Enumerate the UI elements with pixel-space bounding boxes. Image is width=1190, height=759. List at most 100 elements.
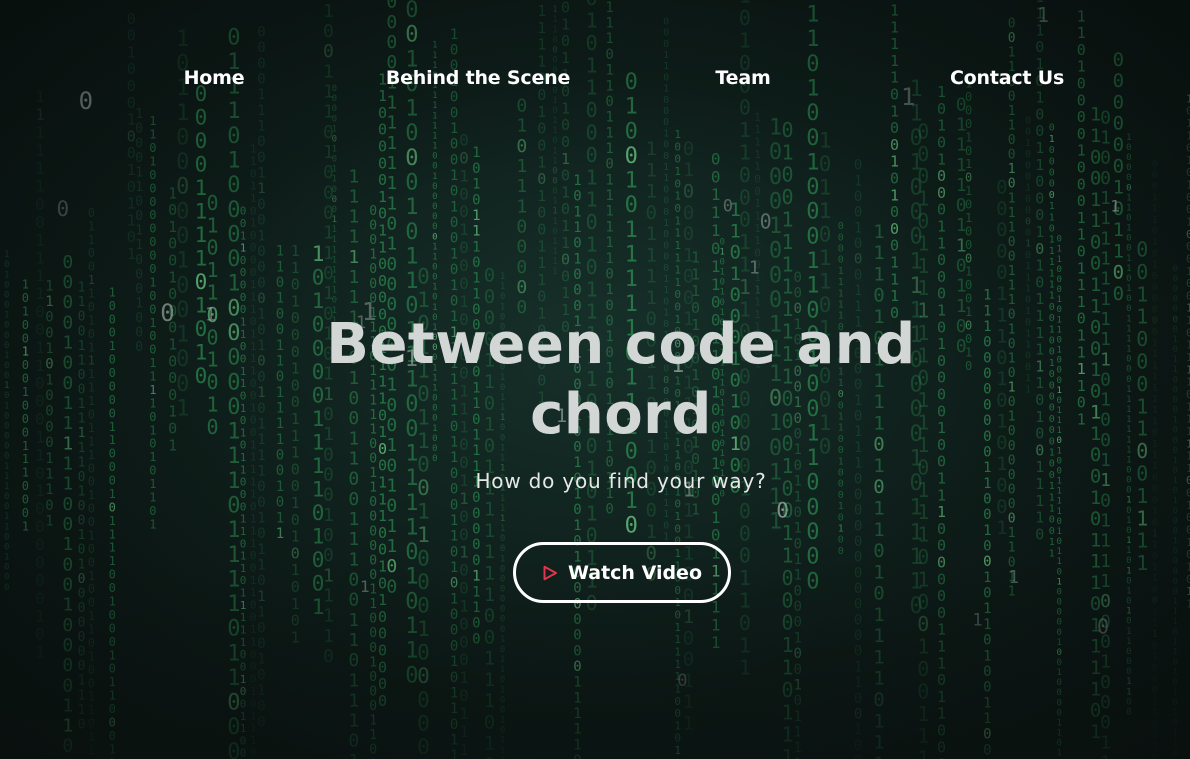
svg-text:1: 1 <box>472 224 480 240</box>
svg-text:0: 0 <box>663 520 669 531</box>
code-rain-highlight: 0 <box>1097 615 1109 639</box>
svg-text:0: 0 <box>1152 663 1158 674</box>
svg-text:0: 0 <box>1035 173 1044 191</box>
svg-text:0: 0 <box>250 241 257 254</box>
svg-text:1: 1 <box>257 464 265 480</box>
code-rain-highlight: 1 <box>749 258 760 279</box>
svg-text:0: 0 <box>1173 678 1178 688</box>
svg-text:1: 1 <box>207 258 219 282</box>
svg-text:0: 0 <box>1057 265 1062 275</box>
svg-text:0: 0 <box>22 372 29 386</box>
svg-text:1: 1 <box>227 543 240 568</box>
svg-text:1: 1 <box>1126 385 1131 395</box>
svg-text:1: 1 <box>250 364 257 377</box>
svg-text:0: 0 <box>4 452 9 462</box>
code-rain-column: 1111101001010001110 <box>890 2 899 322</box>
svg-text:0: 0 <box>250 672 257 685</box>
svg-text:0: 0 <box>605 502 613 518</box>
svg-text:0: 0 <box>1152 293 1158 304</box>
svg-text:0: 0 <box>78 543 86 558</box>
svg-text:1: 1 <box>1126 455 1131 465</box>
svg-text:0: 0 <box>1035 441 1044 459</box>
svg-text:1: 1 <box>965 345 972 359</box>
svg-text:0: 0 <box>88 461 95 475</box>
svg-text:0: 0 <box>227 691 240 716</box>
svg-text:0: 0 <box>227 321 240 346</box>
svg-text:0: 0 <box>240 353 247 366</box>
svg-text:0: 0 <box>1057 698 1062 708</box>
svg-text:0: 0 <box>195 364 208 388</box>
nav-item-team[interactable]: Team <box>715 62 770 94</box>
svg-text:0: 0 <box>1049 403 1055 414</box>
svg-text:1: 1 <box>625 218 638 243</box>
svg-text:0: 0 <box>516 277 527 298</box>
code-rain-column: 0110011010111110111001001001001101001101… <box>88 206 95 759</box>
svg-text:1: 1 <box>1152 394 1158 405</box>
svg-text:0: 0 <box>1008 337 1016 352</box>
svg-text:0: 0 <box>1049 414 1055 425</box>
svg-text:0: 0 <box>348 590 359 611</box>
svg-text:0: 0 <box>109 635 116 649</box>
svg-text:0: 0 <box>1057 739 1062 749</box>
svg-text:0: 0 <box>937 100 946 118</box>
svg-text:0: 0 <box>1035 206 1044 224</box>
svg-text:0: 0 <box>1049 224 1055 235</box>
svg-text:1: 1 <box>1100 289 1111 310</box>
svg-text:0: 0 <box>4 331 9 341</box>
svg-text:1: 1 <box>240 710 247 723</box>
svg-text:1: 1 <box>552 25 557 35</box>
svg-text:0: 0 <box>176 175 189 200</box>
svg-text:1: 1 <box>1077 142 1086 160</box>
watch-video-button[interactable]: Watch Video <box>513 542 731 603</box>
svg-text:0: 0 <box>369 524 377 539</box>
svg-text:1: 1 <box>432 172 437 182</box>
svg-text:1: 1 <box>500 655 505 665</box>
svg-text:0: 0 <box>794 583 802 599</box>
svg-text:1: 1 <box>1152 607 1158 618</box>
code-rain-column: 010000011011111100100100000001001110011 <box>1049 123 1055 560</box>
code-rain-column: 0000000101100001000101010001000001110110… <box>1173 264 1178 759</box>
nav-item-contact-us[interactable]: Contact Us <box>950 62 1064 94</box>
svg-text:1: 1 <box>1126 203 1131 213</box>
svg-text:0: 0 <box>1049 145 1055 156</box>
nav-item-home[interactable]: Home <box>184 62 245 94</box>
svg-text:0: 0 <box>537 170 546 188</box>
svg-text:0: 0 <box>227 173 240 198</box>
svg-text:0: 0 <box>1049 156 1055 167</box>
svg-text:1: 1 <box>711 203 721 222</box>
svg-text:0: 0 <box>794 615 802 631</box>
svg-text:0: 0 <box>45 388 53 404</box>
svg-text:1: 1 <box>417 500 430 524</box>
svg-text:1: 1 <box>1057 325 1062 335</box>
svg-text:1: 1 <box>1186 499 1190 512</box>
svg-text:1: 1 <box>819 199 832 223</box>
svg-text:1: 1 <box>1100 571 1111 592</box>
svg-text:0: 0 <box>561 267 570 285</box>
svg-text:0: 0 <box>369 641 377 656</box>
svg-text:0: 0 <box>561 167 570 185</box>
svg-text:1: 1 <box>459 722 469 741</box>
svg-text:1: 1 <box>348 287 359 308</box>
nav-item-behind-the-scene[interactable]: Behind the Scene <box>386 62 571 94</box>
hero-title-line-1: Between code and <box>326 312 916 377</box>
svg-text:0: 0 <box>176 372 189 397</box>
svg-text:1: 1 <box>386 93 397 114</box>
svg-text:1: 1 <box>1025 261 1031 272</box>
svg-text:0: 0 <box>149 504 156 518</box>
svg-text:1: 1 <box>240 562 247 575</box>
svg-text:1: 1 <box>1049 358 1055 369</box>
svg-text:1: 1 <box>1186 462 1190 475</box>
svg-text:0: 0 <box>996 347 1007 369</box>
svg-text:1: 1 <box>996 517 1007 539</box>
svg-text:1: 1 <box>1152 349 1158 360</box>
svg-text:1: 1 <box>257 683 265 699</box>
svg-text:1: 1 <box>873 647 884 669</box>
svg-text:0: 0 <box>1049 369 1055 380</box>
svg-text:1: 1 <box>1136 506 1148 530</box>
svg-text:1: 1 <box>369 597 377 612</box>
svg-text:1: 1 <box>207 348 219 372</box>
svg-text:1: 1 <box>1057 406 1062 416</box>
code-rain-highlight: 0 <box>760 209 772 233</box>
svg-text:0: 0 <box>663 140 669 151</box>
svg-text:0: 0 <box>195 152 208 176</box>
